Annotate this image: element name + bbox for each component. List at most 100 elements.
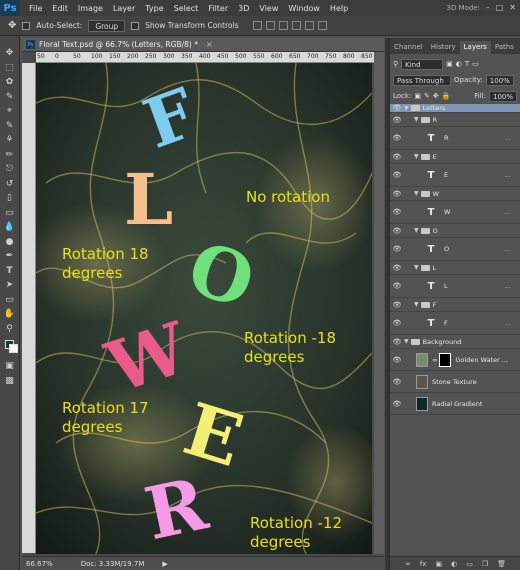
eraser-icon[interactable]: ▯ bbox=[3, 191, 17, 206]
layer-group-background[interactable]: 👁 ▼ Background bbox=[390, 335, 520, 349]
new-layer-icon[interactable]: ❐ bbox=[482, 560, 488, 568]
link-layers-icon[interactable]: ∞ bbox=[405, 560, 411, 568]
close-icon[interactable]: ✕ bbox=[509, 3, 516, 12]
visibility-eye-icon[interactable]: 👁 bbox=[390, 134, 404, 142]
align-center-icon[interactable] bbox=[304, 21, 314, 30]
layer-mask-thumbnail[interactable] bbox=[439, 352, 452, 367]
layer-text-f[interactable]: 👁 T F … bbox=[390, 312, 520, 335]
align-right-icon[interactable] bbox=[317, 21, 327, 30]
visibility-eye-icon[interactable]: 👁 bbox=[390, 338, 404, 346]
menu-3d[interactable]: 3D bbox=[233, 4, 254, 13]
layer-text-l[interactable]: 👁 T L … bbox=[390, 275, 520, 298]
layer-options-icon[interactable]: … bbox=[505, 134, 512, 142]
quick-select-icon[interactable]: ✎ bbox=[3, 90, 17, 105]
fx-icon[interactable]: fx bbox=[420, 560, 427, 568]
fill-field[interactable]: 100% bbox=[488, 90, 517, 102]
visibility-eye-icon[interactable]: 👁 bbox=[390, 153, 404, 161]
visibility-eye-icon[interactable]: 👁 bbox=[390, 208, 404, 216]
move-icon[interactable]: ✥ bbox=[3, 46, 17, 61]
marquee-icon[interactable]: ⬚ bbox=[3, 61, 17, 76]
expand-arrow-icon[interactable]: ▼ bbox=[414, 227, 419, 234]
vertical-ruler[interactable] bbox=[22, 63, 36, 553]
gradient-icon[interactable]: ▭ bbox=[3, 206, 17, 221]
horizontal-ruler[interactable]: 50 0 50 100 150 200 250 300 350 400 450 500 550 600 65… bbox=[36, 52, 374, 63]
filter-shape-icon[interactable]: ▭ bbox=[472, 60, 479, 68]
menu-image[interactable]: Image bbox=[73, 4, 108, 13]
canvas[interactable]: F L O W E R No rotation Rotation 18 degr… bbox=[36, 63, 372, 554]
visibility-eye-icon[interactable]: 👁 bbox=[390, 264, 404, 272]
background-color-swatch[interactable] bbox=[9, 344, 18, 353]
close-document-icon[interactable]: × bbox=[206, 40, 213, 49]
layer-options-icon[interactable]: … bbox=[505, 319, 512, 327]
align-top-icon[interactable] bbox=[252, 21, 262, 30]
expand-arrow-icon[interactable]: ▼ bbox=[414, 301, 419, 308]
move-tool-icon[interactable]: ✥ bbox=[8, 20, 16, 31]
visibility-eye-icon[interactable]: 👁 bbox=[390, 190, 404, 198]
opacity-field[interactable]: 100% bbox=[485, 74, 514, 86]
visibility-eye-icon[interactable]: 👁 bbox=[390, 171, 404, 179]
adjustment-layer-icon[interactable]: ◐ bbox=[451, 560, 457, 568]
pen-icon[interactable]: ✒ bbox=[3, 249, 17, 264]
layer-text-w[interactable]: 👁 T W … bbox=[390, 201, 520, 224]
lasso-icon[interactable]: ✿ bbox=[3, 75, 17, 90]
layer-group-f[interactable]: 👁 ▼ F bbox=[390, 298, 520, 312]
visibility-eye-icon[interactable]: 👁 bbox=[390, 378, 404, 386]
layer-options-icon[interactable]: … bbox=[505, 208, 512, 216]
tab-paths[interactable]: Paths bbox=[491, 41, 518, 54]
layer-radial-gradient[interactable]: 👁 Radial Gradient bbox=[390, 393, 520, 415]
blur-icon[interactable]: 💧 bbox=[3, 220, 17, 235]
layer-text-e[interactable]: 👁 T E … bbox=[390, 164, 520, 187]
tab-channel[interactable]: Channel bbox=[390, 41, 427, 54]
expand-arrow-icon[interactable]: ▼ bbox=[414, 116, 419, 123]
layer-group-letters[interactable]: 👁 ▼ Letters bbox=[390, 104, 520, 113]
visibility-eye-icon[interactable]: 👁 bbox=[390, 356, 404, 364]
menu-view[interactable]: View bbox=[254, 4, 283, 13]
layer-group-o[interactable]: 👁 ▼ O bbox=[390, 224, 520, 238]
history-brush-icon[interactable]: ↺ bbox=[3, 177, 17, 192]
align-left-icon[interactable] bbox=[291, 21, 301, 30]
layer-options-icon[interactable]: … bbox=[505, 171, 512, 179]
healing-icon[interactable]: ⚘ bbox=[3, 133, 17, 148]
expand-arrow-icon[interactable]: ▼ bbox=[414, 190, 419, 197]
screen-mode-icon[interactable]: ▩ bbox=[3, 374, 17, 389]
menu-type[interactable]: Type bbox=[140, 4, 168, 13]
auto-select-dropdown[interactable]: Group bbox=[88, 19, 126, 32]
lock-move-icon[interactable]: ✥ bbox=[433, 92, 439, 100]
maximize-icon[interactable]: □ bbox=[496, 3, 504, 12]
menu-help[interactable]: Help bbox=[325, 4, 353, 13]
type-icon[interactable]: T bbox=[3, 264, 17, 279]
blend-mode-dropdown[interactable]: Pass Through bbox=[393, 74, 451, 86]
layer-golden-water[interactable]: 👁 ∞ Golden Water ... bbox=[390, 349, 520, 371]
menu-layer[interactable]: Layer bbox=[108, 4, 140, 13]
visibility-eye-icon[interactable]: 👁 bbox=[390, 227, 404, 235]
visibility-eye-icon[interactable]: 👁 bbox=[390, 400, 404, 408]
lock-all-icon[interactable]: 🔒 bbox=[442, 92, 451, 100]
layer-options-icon[interactable]: … bbox=[505, 245, 512, 253]
dodge-icon[interactable]: ● bbox=[3, 235, 17, 250]
kind-dropdown[interactable]: Kind bbox=[401, 58, 444, 70]
filter-pixel-icon[interactable]: ▣ bbox=[446, 60, 453, 68]
brush-icon[interactable]: ✏ bbox=[3, 148, 17, 163]
shape-icon[interactable]: ▭ bbox=[3, 293, 17, 308]
transform-controls-checkbox[interactable] bbox=[131, 21, 140, 30]
stamp-icon[interactable]: ⎋ bbox=[3, 162, 17, 177]
expand-arrow-icon[interactable]: ▼ bbox=[414, 153, 419, 160]
delete-layer-icon[interactable]: 🗑 bbox=[497, 560, 506, 568]
layer-options-icon[interactable]: … bbox=[505, 282, 512, 290]
expand-arrow-icon[interactable]: ▼ bbox=[404, 105, 409, 112]
layer-text-o[interactable]: 👁 T O … bbox=[390, 238, 520, 261]
align-bottom-icon[interactable] bbox=[278, 21, 288, 30]
document-tab[interactable]: Ps Floral Text.psd @ 66.7% (Letters, RGB… bbox=[22, 38, 384, 52]
expand-arrow-icon[interactable]: ▼ bbox=[404, 338, 409, 345]
visibility-eye-icon[interactable]: 👁 bbox=[390, 245, 404, 253]
filter-adjust-icon[interactable]: ◐ bbox=[456, 60, 462, 68]
layer-stone-texture[interactable]: 👁 Stone Texture bbox=[390, 371, 520, 393]
lock-paint-icon[interactable]: ✎ bbox=[424, 92, 430, 100]
menu-filter[interactable]: Filter bbox=[203, 4, 233, 13]
quick-mask-icon[interactable]: ▣ bbox=[3, 359, 17, 374]
vertical-scrollbar[interactable] bbox=[374, 52, 384, 554]
menu-edit[interactable]: Edit bbox=[47, 4, 73, 13]
layer-group-r[interactable]: 👁 ▼ R bbox=[390, 113, 520, 127]
layer-group-l[interactable]: 👁 ▼ L bbox=[390, 261, 520, 275]
visibility-eye-icon[interactable]: 👁 bbox=[390, 104, 404, 112]
